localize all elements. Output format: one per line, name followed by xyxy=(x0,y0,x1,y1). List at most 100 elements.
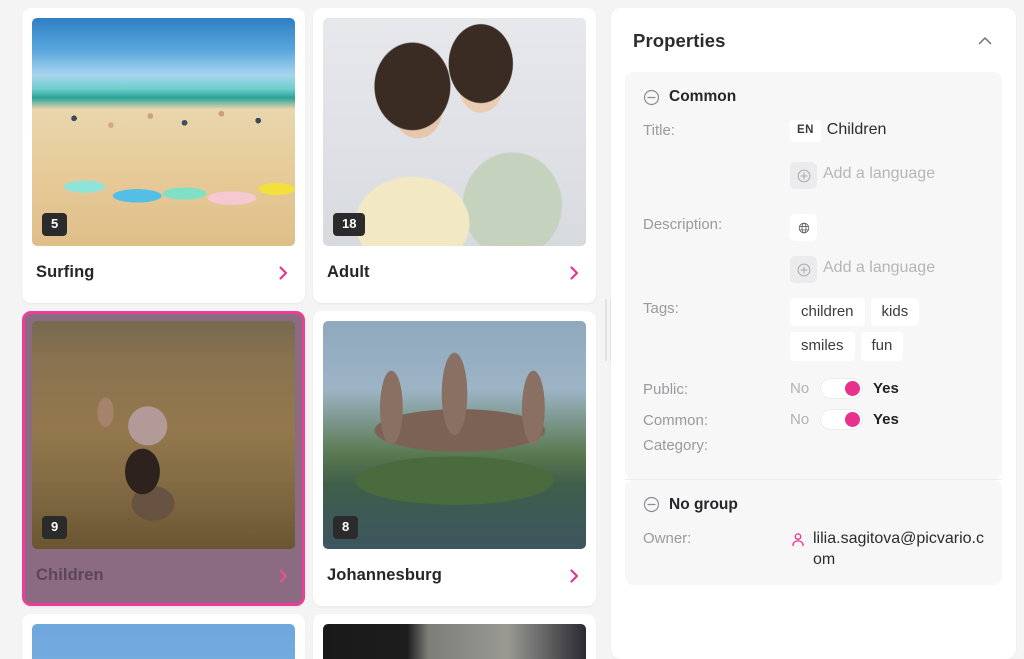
thumbnail-image xyxy=(32,624,295,659)
card-footer: Johannesburg xyxy=(323,549,586,596)
section-common-header[interactable]: Common xyxy=(625,88,1002,120)
card-thumbnail[interactable] xyxy=(32,624,295,659)
panel-splitter-handle[interactable] xyxy=(601,0,615,659)
section-common: Common Title: EN Children Add a language… xyxy=(625,72,1002,479)
tag-chip[interactable]: children xyxy=(790,298,865,327)
collapse-minus-icon[interactable] xyxy=(643,496,660,513)
thumbnail-image xyxy=(323,18,586,246)
properties-header[interactable]: Properties xyxy=(611,8,1016,72)
add-language-description-control[interactable]: Add a language xyxy=(790,256,984,283)
section-title: Common xyxy=(669,88,737,105)
thumbnail-image xyxy=(32,321,295,549)
collapse-minus-icon[interactable] xyxy=(643,89,660,106)
chevron-right-icon[interactable] xyxy=(275,265,291,281)
thumbnail-image xyxy=(323,321,586,549)
plus-circle-icon[interactable] xyxy=(790,162,817,189)
person-icon xyxy=(790,532,806,548)
field-label-empty xyxy=(643,162,790,164)
field-row-title-add-language[interactable]: Add a language xyxy=(625,162,1002,192)
chevron-right-icon[interactable] xyxy=(566,265,582,281)
card-footer: Surfing xyxy=(32,246,295,293)
language-chip-en[interactable]: EN xyxy=(790,120,821,142)
field-label-tags: Tags: xyxy=(643,300,679,317)
card-thumbnail[interactable]: 8 xyxy=(323,321,586,549)
field-label-title: Title: xyxy=(643,122,675,139)
tag-chip[interactable]: smiles xyxy=(790,332,855,361)
section-no-group-header[interactable]: No group xyxy=(625,496,1002,528)
section-no-group: No group Owner: lilia.sagitova@picvario.… xyxy=(625,479,1002,585)
tag-list: children kids smiles fun xyxy=(790,298,984,361)
field-row-description-add-language[interactable]: Add a language xyxy=(625,256,1002,286)
chevron-right-icon[interactable] xyxy=(566,568,582,584)
field-label-common: Common: xyxy=(643,411,709,429)
card-footer: Children xyxy=(32,549,295,596)
asset-count-badge: 5 xyxy=(42,213,68,236)
owner-email[interactable]: lilia.sagitova@picvario.com xyxy=(813,528,984,571)
toggle-knob xyxy=(845,380,860,396)
field-row-tags: Tags: children kids smiles fun xyxy=(625,298,1002,361)
app-root: 5 Surfing 18 Adult 9 Children 8 Johannes… xyxy=(0,0,1024,659)
field-value-public: No Yes xyxy=(790,377,984,399)
collection-grid-pane[interactable]: 5 Surfing 18 Adult 9 Children 8 Johannes… xyxy=(0,0,597,659)
field-row-public: Public: No Yes xyxy=(625,373,1002,404)
section-title: No group xyxy=(669,495,738,513)
add-language-description-label[interactable]: Add a language xyxy=(823,256,935,277)
owner-chip[interactable]: lilia.sagitova@picvario.com xyxy=(790,528,984,571)
card-thumbnail[interactable]: 9 xyxy=(32,321,295,549)
thumbnail-image xyxy=(32,18,295,246)
toggle-off-label: No xyxy=(790,410,810,428)
field-label-public: Public: xyxy=(643,380,689,398)
toggle-on-label: Yes xyxy=(873,410,899,428)
tag-chip[interactable]: fun xyxy=(860,332,904,361)
collection-card[interactable]: 18 Adult xyxy=(313,8,596,303)
field-value-common: No Yes xyxy=(790,408,984,430)
chevron-right-icon[interactable] xyxy=(275,568,291,584)
toggle-on-label: Yes xyxy=(873,379,899,397)
field-label-category: Category: xyxy=(643,436,709,454)
chevron-up-icon[interactable] xyxy=(976,32,994,50)
plus-circle-icon[interactable] xyxy=(790,256,817,283)
field-row-title: Title: EN Children xyxy=(625,120,1002,150)
card-title: Johannesburg xyxy=(327,566,442,584)
field-row-description: Description: xyxy=(625,214,1002,244)
title-value[interactable]: Children xyxy=(827,120,887,139)
thumbnail-image xyxy=(323,624,586,659)
add-language-title-control[interactable]: Add a language xyxy=(790,162,984,189)
toggle-knob xyxy=(845,411,860,427)
asset-count-badge: 9 xyxy=(42,516,68,539)
card-thumbnail[interactable]: 18 xyxy=(323,18,586,246)
card-thumbnail[interactable]: 5 xyxy=(32,18,295,246)
toggle-off-label: No xyxy=(790,379,810,397)
collection-card[interactable] xyxy=(22,614,305,659)
field-label-description: Description: xyxy=(643,216,723,233)
collection-card[interactable] xyxy=(313,614,596,659)
collection-card-selected[interactable]: 9 Children xyxy=(22,311,305,606)
page-title: Properties xyxy=(633,30,726,51)
card-title: Children xyxy=(36,566,104,584)
field-row-owner: Owner: lilia.sagitova@picvario.com xyxy=(625,528,1002,571)
card-thumbnail[interactable] xyxy=(323,624,586,659)
collection-card[interactable]: 8 Johannesburg xyxy=(313,311,596,606)
properties-card: Properties Common Title: EN Children Add… xyxy=(611,8,1016,659)
asset-count-badge: 18 xyxy=(333,213,366,236)
field-value-owner: lilia.sagitova@picvario.com xyxy=(790,528,984,571)
field-label-empty xyxy=(643,256,790,258)
asset-count-badge: 8 xyxy=(333,516,359,539)
public-toggle-switch[interactable] xyxy=(820,377,863,399)
field-value-description xyxy=(790,214,984,241)
card-title: Surfing xyxy=(36,263,95,281)
collection-card[interactable]: 5 Surfing xyxy=(22,8,305,303)
common-toggle-switch[interactable] xyxy=(820,408,863,430)
globe-icon[interactable] xyxy=(790,214,817,241)
properties-body: Common Title: EN Children Add a language… xyxy=(611,72,1016,585)
properties-pane: Properties Common Title: EN Children Add… xyxy=(597,0,1024,659)
field-label-owner: Owner: xyxy=(643,529,692,547)
add-language-title-label[interactable]: Add a language xyxy=(823,162,935,183)
field-row-common: Common: No Yes xyxy=(625,404,1002,435)
tag-chip[interactable]: kids xyxy=(870,298,920,327)
field-value-title: EN Children xyxy=(790,120,984,142)
